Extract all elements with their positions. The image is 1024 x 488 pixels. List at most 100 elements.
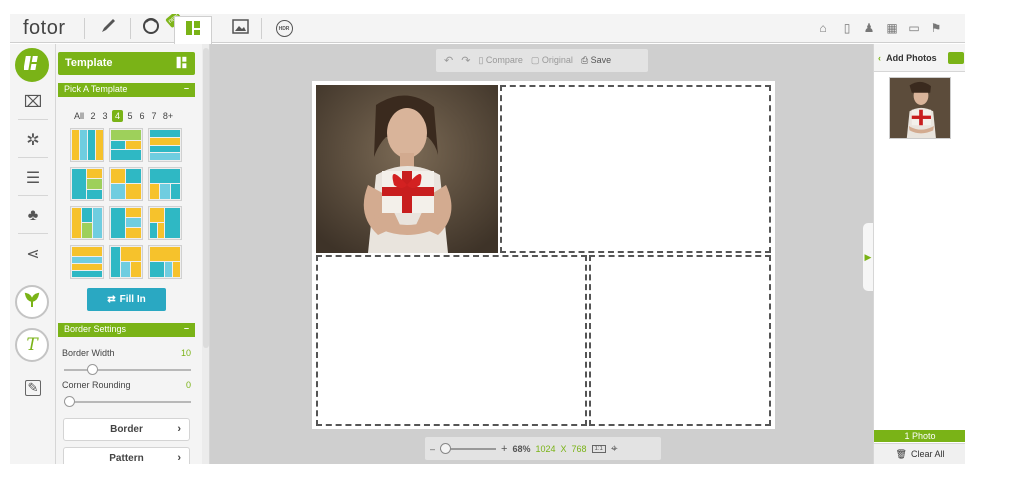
tab-hdr[interactable]: HDR	[272, 17, 296, 40]
count-5[interactable]: 5	[124, 110, 136, 122]
photo-thumbnail[interactable]	[889, 77, 951, 139]
border-width-slider-knob[interactable]	[87, 364, 98, 375]
photo-panel-toggle[interactable]: ▶	[862, 222, 873, 292]
text-tool-button[interactable]: T	[15, 328, 49, 362]
tab-divider	[84, 18, 85, 39]
ios-icon[interactable]: ▯	[840, 21, 854, 35]
woman-with-gift-photo	[316, 85, 498, 253]
count-2[interactable]: 2	[87, 110, 99, 122]
corner-rounding-slider-knob[interactable]	[64, 396, 75, 407]
template-thumbnail[interactable]	[70, 167, 104, 201]
count-6[interactable]: 6	[136, 110, 148, 122]
collage-tool-button[interactable]	[15, 48, 49, 82]
edit-icon: ✎	[25, 380, 41, 396]
collage-icon	[23, 55, 40, 76]
butterfly-icon: ✲	[26, 132, 40, 149]
corner-rounding-label: Corner Rounding	[62, 380, 131, 390]
theme-tool-button[interactable]	[15, 285, 49, 319]
rail-divider	[18, 119, 48, 120]
zoom-slider-knob[interactable]	[440, 442, 452, 454]
border-button-label: Border	[110, 424, 143, 435]
frame-tool-button[interactable]: ⌧	[16, 89, 50, 115]
corner-rounding-slider[interactable]	[64, 396, 191, 407]
collapse-icon[interactable]: –	[184, 323, 189, 333]
template-thumbnail[interactable]	[148, 206, 182, 240]
border-button[interactable]: Border ›	[63, 418, 190, 441]
monitor-icon[interactable]	[948, 52, 964, 64]
template-thumbnail[interactable]	[70, 245, 104, 279]
collage-cell-empty[interactable]	[316, 255, 587, 426]
collapse-icon[interactable]: –	[184, 83, 189, 93]
photo-tray: ‹ Add Photos 1 Photo 🗑 Clear All	[873, 44, 965, 464]
shuffle-icon: ⇄	[107, 294, 116, 305]
undo-icon[interactable]: ↶	[444, 54, 453, 67]
save-button[interactable]: ⎙ Save	[581, 55, 611, 66]
original-label: Original	[541, 55, 573, 65]
count-4[interactable]: 4	[112, 110, 123, 122]
template-thumbnail[interactable]	[70, 206, 104, 240]
tab-beauty[interactable]	[138, 17, 164, 40]
original-button[interactable]: ▢ Original	[531, 55, 573, 66]
layout-tool-button[interactable]: ☰	[16, 165, 50, 191]
template-thumbnail[interactable]	[109, 167, 143, 201]
fotor-collage-app: fotor new HDR ⌂ ▯ ♟	[10, 14, 965, 464]
clipart-tool-button[interactable]: ♣	[16, 203, 50, 229]
zoom-in-button[interactable]: +	[501, 443, 507, 455]
border-width-row: Border Width 10	[62, 348, 191, 358]
template-thumbnail[interactable]	[148, 167, 182, 201]
share-tool-button[interactable]: ⋖	[16, 241, 50, 267]
count-all[interactable]: All	[71, 110, 87, 122]
template-thumbnail[interactable]	[109, 128, 143, 162]
compare-button[interactable]: ▯ Compare	[478, 55, 522, 66]
scrollbar-thumb[interactable]	[203, 48, 209, 348]
collage-icon	[175, 56, 188, 72]
windows-store-icon[interactable]: ⚑	[929, 21, 943, 35]
photo-count: 1 Photo	[874, 430, 965, 442]
border-settings-title: Border Settings	[64, 324, 127, 334]
fit-screen-icon[interactable]: ⌖	[611, 441, 618, 456]
desktop-icon[interactable]: ▭	[907, 21, 921, 35]
count-8-plus[interactable]: 8+	[160, 110, 176, 122]
template-thumbnail[interactable]	[109, 245, 143, 279]
tab-image[interactable]	[228, 17, 252, 40]
tab-divider	[261, 18, 262, 39]
template-thumbnail[interactable]	[70, 128, 104, 162]
top-bar: fotor new HDR ⌂ ▯ ♟	[10, 14, 965, 44]
hdr-icon: HDR	[275, 20, 293, 37]
clear-all-button[interactable]: 🗑 Clear All	[874, 443, 965, 464]
count-3[interactable]: 3	[99, 110, 111, 122]
panel-scrollbar[interactable]	[202, 44, 209, 464]
home-icon[interactable]: ⌂	[816, 21, 830, 35]
count-7[interactable]: 7	[148, 110, 160, 122]
collage-cell-empty[interactable]	[500, 85, 771, 253]
android-icon[interactable]: ♟	[862, 21, 876, 35]
zoom-out-button[interactable]: –	[430, 444, 435, 454]
triangle-right-icon: ▶	[864, 251, 872, 262]
edit-tool-button[interactable]: ✎	[16, 375, 50, 401]
canvas-width: 1024	[535, 443, 556, 454]
pick-template-header[interactable]: Pick A Template –	[58, 83, 195, 97]
template-thumbnail[interactable]	[109, 206, 143, 240]
edit-toolbar: ↶ ↷ ▯ Compare ▢ Original ⎙ Save	[436, 49, 648, 72]
border-settings-header[interactable]: Border Settings –	[58, 323, 195, 337]
border-width-slider[interactable]	[64, 364, 191, 375]
pattern-button[interactable]: Pattern ›	[63, 447, 190, 464]
sticker-tool-button[interactable]: ✲	[16, 127, 50, 153]
template-thumbnail[interactable]	[148, 128, 182, 162]
collage-cell-empty[interactable]	[589, 255, 771, 426]
redo-icon[interactable]: ↷	[461, 54, 470, 67]
fill-in-button[interactable]: ⇄ Fill In	[87, 288, 166, 311]
collage-cell-photo[interactable]	[316, 85, 498, 253]
tab-edit[interactable]	[95, 17, 121, 40]
template-header[interactable]: Template	[58, 52, 195, 75]
chevron-right-icon: ›	[177, 452, 181, 464]
border-width-label: Border Width	[62, 348, 115, 358]
zoom-slider[interactable]	[440, 442, 497, 454]
template-thumbnail[interactable]	[148, 245, 182, 279]
tab-collage[interactable]	[174, 16, 212, 44]
windows-icon[interactable]: ▦	[885, 21, 899, 35]
template-title: Template	[65, 57, 113, 69]
share-icon: ⋖	[26, 246, 40, 263]
zoom-percent: 68%	[512, 443, 531, 454]
actual-size-icon[interactable]: 1:1	[591, 444, 606, 453]
